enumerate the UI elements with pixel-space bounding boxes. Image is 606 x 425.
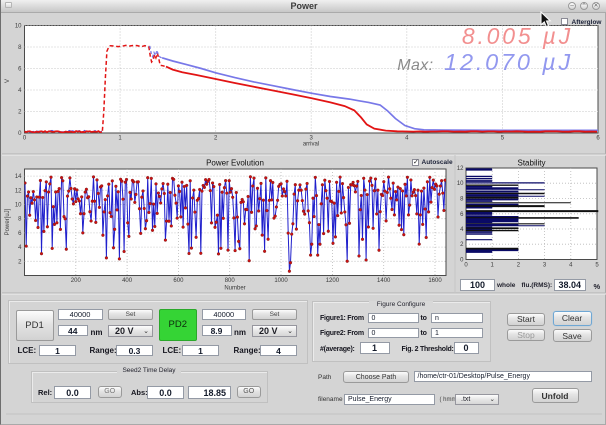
svg-text:12.070 µJ: 12.070 µJ — [444, 49, 573, 75]
svg-text:4: 4 — [18, 88, 22, 94]
svg-text:12: 12 — [457, 166, 464, 172]
svg-text:6: 6 — [18, 67, 22, 73]
svg-text:600: 600 — [173, 278, 184, 284]
svg-text:2: 2 — [18, 110, 22, 116]
svg-text:400: 400 — [122, 278, 133, 284]
svg-text:V: V — [5, 79, 11, 83]
svg-text:14: 14 — [15, 174, 22, 180]
svg-text:0: 0 — [464, 263, 468, 269]
svg-text:3: 3 — [543, 263, 547, 269]
svg-text:4: 4 — [460, 227, 464, 233]
svg-text:4: 4 — [18, 245, 22, 251]
svg-text:12: 12 — [15, 188, 22, 194]
svg-text:200: 200 — [71, 278, 82, 284]
svg-text:8: 8 — [18, 45, 22, 51]
svg-text:1: 1 — [118, 136, 122, 142]
svg-text:8: 8 — [460, 197, 464, 203]
svg-text:8.005 µJ: 8.005 µJ — [462, 23, 573, 49]
svg-text:10: 10 — [457, 181, 464, 187]
svg-text:800: 800 — [225, 278, 236, 284]
svg-text:1600: 1600 — [428, 278, 442, 284]
svg-text:8: 8 — [18, 217, 22, 223]
svg-text:Number: Number — [224, 286, 245, 292]
svg-text:Max:: Max: — [397, 57, 433, 74]
svg-text:0: 0 — [18, 131, 22, 137]
svg-text:0: 0 — [23, 136, 27, 142]
svg-text:6: 6 — [460, 212, 464, 218]
svg-text:1400: 1400 — [377, 278, 391, 284]
svg-text:2: 2 — [517, 263, 521, 269]
svg-text:5: 5 — [501, 136, 505, 142]
svg-text:arrival: arrival — [303, 142, 319, 148]
svg-text:2: 2 — [214, 136, 218, 142]
svg-text:4: 4 — [569, 263, 573, 269]
svg-text:10: 10 — [15, 24, 22, 30]
svg-text:1000: 1000 — [274, 278, 288, 284]
svg-text:Power[uJ]: Power[uJ] — [5, 208, 11, 235]
svg-text:6: 6 — [596, 136, 600, 142]
svg-text:2: 2 — [460, 242, 464, 248]
svg-text:1200: 1200 — [326, 278, 340, 284]
svg-text:10: 10 — [15, 203, 22, 209]
svg-text:Power Evolution: Power Evolution — [206, 159, 264, 168]
svg-text:6: 6 — [18, 231, 22, 237]
svg-text:1: 1 — [491, 263, 495, 269]
svg-text:4: 4 — [405, 136, 409, 142]
svg-text:2: 2 — [18, 259, 22, 265]
svg-text:5: 5 — [595, 263, 599, 269]
svg-text:Stability: Stability — [517, 159, 545, 168]
